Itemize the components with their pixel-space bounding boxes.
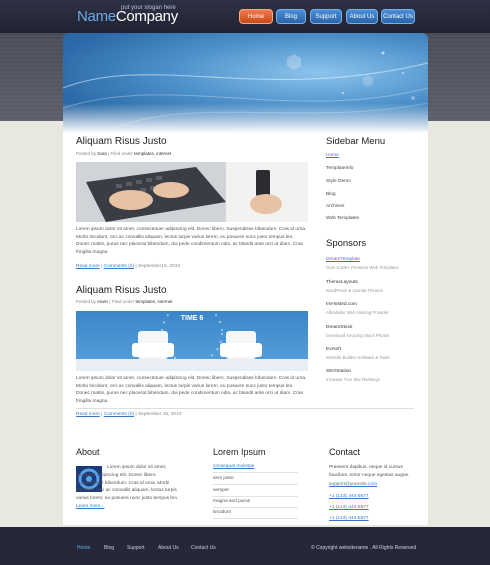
sponsor-link[interactable]: DreamTemplate — [326, 257, 360, 262]
contact-phone[interactable]: +1 (123) 444-5677 — [329, 494, 369, 499]
about-title: About — [76, 447, 100, 457]
lorem-list-item[interactable]: magna sed purus — [213, 497, 298, 508]
contact-email-link[interactable]: support@yoursite.com — [329, 482, 377, 487]
sponsor-desc: Affordable Web Hosting Provider — [326, 310, 389, 315]
slogan: put your slogan here — [121, 5, 176, 11]
nav-about-button[interactable]: About Us — [346, 9, 378, 24]
sponsor-link[interactable]: ImHosted.com — [326, 302, 357, 307]
lorem-list-item[interactable]: consequat molestie — [213, 462, 298, 473]
sponsor-desc: Website Builder Software & Tools — [326, 355, 390, 360]
header: NameCompany put your slogan here Home Bl… — [0, 0, 490, 33]
post-excerpt: Lorem ipsum dolor sit amet, consectetuer… — [76, 376, 307, 404]
about-text: Lorem ipsum dolor sit amet, sectetuer ad… — [76, 465, 179, 509]
learn-more-link[interactable]: Learn more... — [76, 504, 105, 509]
post-excerpt: Lorem ipsum dolor sit amet, consectetuer… — [76, 227, 307, 255]
sidebar-item-archives[interactable]: Archives — [326, 204, 344, 209]
sponsors-title: Sponsors — [326, 238, 367, 249]
sidebar-menu-title: Sidebar Menu — [326, 136, 386, 147]
footer-nav-home[interactable]: Home — [77, 545, 90, 551]
post-title[interactable]: Aliquam Risus Justo — [76, 285, 167, 296]
section-divider — [76, 408, 414, 409]
comments-link[interactable]: Comments (0) — [104, 264, 134, 269]
sidebar-item-blog[interactable]: Blog — [326, 192, 336, 197]
post-meta: Posted by erwin | Filed under templates,… — [76, 299, 173, 304]
post-image-keyboard — [76, 162, 308, 222]
nav-blog-button[interactable]: Blog — [276, 9, 306, 24]
footer-nav-support[interactable]: Support — [127, 545, 145, 551]
sponsor-desc: Increase Your Site Rankings — [326, 377, 380, 382]
read-more-link[interactable]: Read more — [76, 412, 100, 417]
contact-phone[interactable]: +1 (123) 444-5677 — [329, 505, 369, 510]
footer — [0, 527, 490, 565]
copyright: © Copyright websitename . All Rights Res… — [311, 545, 417, 551]
sponsor-desc: Download Amazing Stock Photos — [326, 333, 390, 338]
footer-nav-blog[interactable]: Blog — [104, 545, 114, 551]
post-title[interactable]: Aliquam Risus Justo — [76, 136, 167, 147]
lorem-list-item[interactable]: semper — [213, 486, 298, 497]
sponsor-link[interactable]: DreamStock — [326, 325, 352, 330]
footer-nav-contact[interactable]: Contact Us — [191, 545, 216, 551]
contact-phone[interactable]: +1 (123) 444-5677 — [329, 516, 369, 521]
sidebar-item-home[interactable]: Home — [326, 153, 339, 158]
post-links: Read more | Comments (0) | September 15,… — [76, 412, 182, 417]
footer-nav-about[interactable]: About Us — [158, 545, 179, 551]
sponsor-desc: Over 6,000+ Premium Web Templates — [326, 265, 399, 270]
read-more-link[interactable]: Read more — [76, 264, 100, 269]
lorem-title: Lorem Ipsum — [213, 447, 266, 457]
comments-link[interactable]: Comments (0) — [104, 412, 134, 417]
sidebar-item-style-demo[interactable]: Style Demo — [326, 179, 351, 184]
contact-title: Contact — [329, 447, 361, 457]
sponsor-desc: WordPress & Joomla Themes — [326, 288, 383, 293]
nav-home-button[interactable]: Home — [239, 9, 273, 24]
contact-text: Praesent dapibus, neque id cursus faucib… — [329, 465, 410, 478]
sidebar-item-templateinfo[interactable]: TemplateInfo — [326, 166, 353, 171]
lorem-list-item[interactable]: sem justo — [213, 474, 298, 485]
lorem-list-item[interactable]: tincidunt — [213, 508, 298, 519]
sidebar-item-web-templates[interactable]: Web Templates — [326, 216, 359, 221]
banner-image — [63, 33, 428, 133]
post-image-chairs: TIME 6 — [76, 311, 308, 371]
post-meta: Posted by Sara | Filed under templates, … — [76, 151, 172, 156]
sponsor-link[interactable]: Evrsoft — [326, 347, 341, 352]
sponsor-link[interactable]: SEOStation — [326, 369, 351, 374]
post-links: Read more | Comments (0) | September16, … — [76, 264, 181, 269]
image-caption: TIME 6 — [180, 315, 204, 322]
nav-support-button[interactable]: Support — [310, 9, 342, 24]
nav-contact-button[interactable]: Contact Us — [381, 9, 415, 24]
logo-name: Name — [77, 8, 116, 25]
sponsor-link[interactable]: ThemeLayouts — [326, 280, 358, 285]
